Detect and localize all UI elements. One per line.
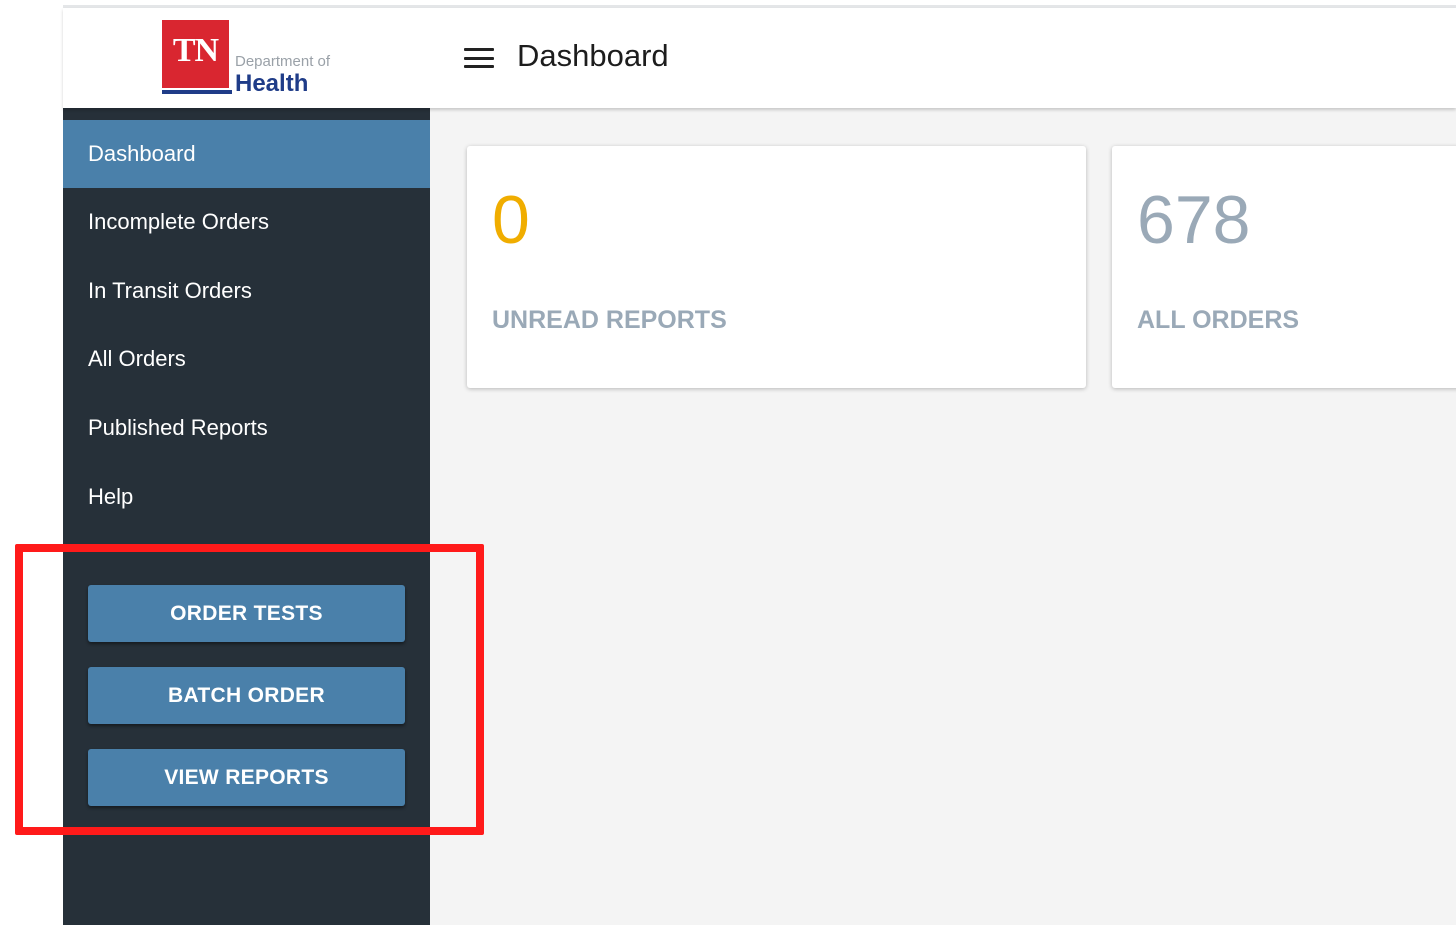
tn-health-logo[interactable]: TN Department of Health xyxy=(162,20,352,100)
sidebar-item-published-reports[interactable]: Published Reports xyxy=(63,394,430,462)
logo-department-text: Department of xyxy=(235,53,331,70)
sidebar-item-dashboard[interactable]: Dashboard xyxy=(63,120,430,188)
sidebar-item-all-orders[interactable]: All Orders xyxy=(63,325,430,393)
sidebar-item-label: Help xyxy=(88,484,134,509)
page-title: Dashboard xyxy=(517,38,669,73)
batch-order-button[interactable]: BATCH ORDER xyxy=(88,667,405,724)
all-orders-label: ALL ORDERS xyxy=(1137,306,1300,334)
logo-tn-box: TN xyxy=(162,20,229,88)
sidebar-item-label: In Transit Orders xyxy=(88,278,252,303)
all-orders-count: 678 xyxy=(1137,182,1251,258)
sidebar-item-label: All Orders xyxy=(88,346,186,371)
sidebar-item-label: Incomplete Orders xyxy=(88,209,269,234)
sidebar: Dashboard Incomplete Orders In Transit O… xyxy=(63,108,430,925)
sidebar-item-in-transit-orders[interactable]: In Transit Orders xyxy=(63,257,430,325)
app-page: TN Department of Health Dashboard Dashbo… xyxy=(0,0,1456,925)
logo-underline xyxy=(162,90,232,94)
view-reports-button[interactable]: VIEW REPORTS xyxy=(88,749,405,806)
hamburger-menu-icon[interactable] xyxy=(462,44,496,72)
sidebar-item-label: Dashboard xyxy=(88,141,196,166)
sidebar-item-incomplete-orders[interactable]: Incomplete Orders xyxy=(63,188,430,256)
app-header: TN Department of Health Dashboard xyxy=(63,8,1456,108)
sidebar-item-label: Published Reports xyxy=(88,415,268,440)
all-orders-card[interactable]: 678 ALL ORDERS xyxy=(1112,146,1456,388)
unread-reports-label: UNREAD REPORTS xyxy=(492,306,727,334)
logo-health-text: Health xyxy=(235,70,309,97)
unread-reports-card[interactable]: 0 UNREAD REPORTS xyxy=(467,146,1086,388)
unread-reports-count: 0 xyxy=(492,182,530,258)
sidebar-item-help[interactable]: Help xyxy=(63,463,430,531)
order-tests-button[interactable]: ORDER TESTS xyxy=(88,585,405,642)
main-content: 0 UNREAD REPORTS 678 ALL ORDERS xyxy=(430,108,1456,925)
